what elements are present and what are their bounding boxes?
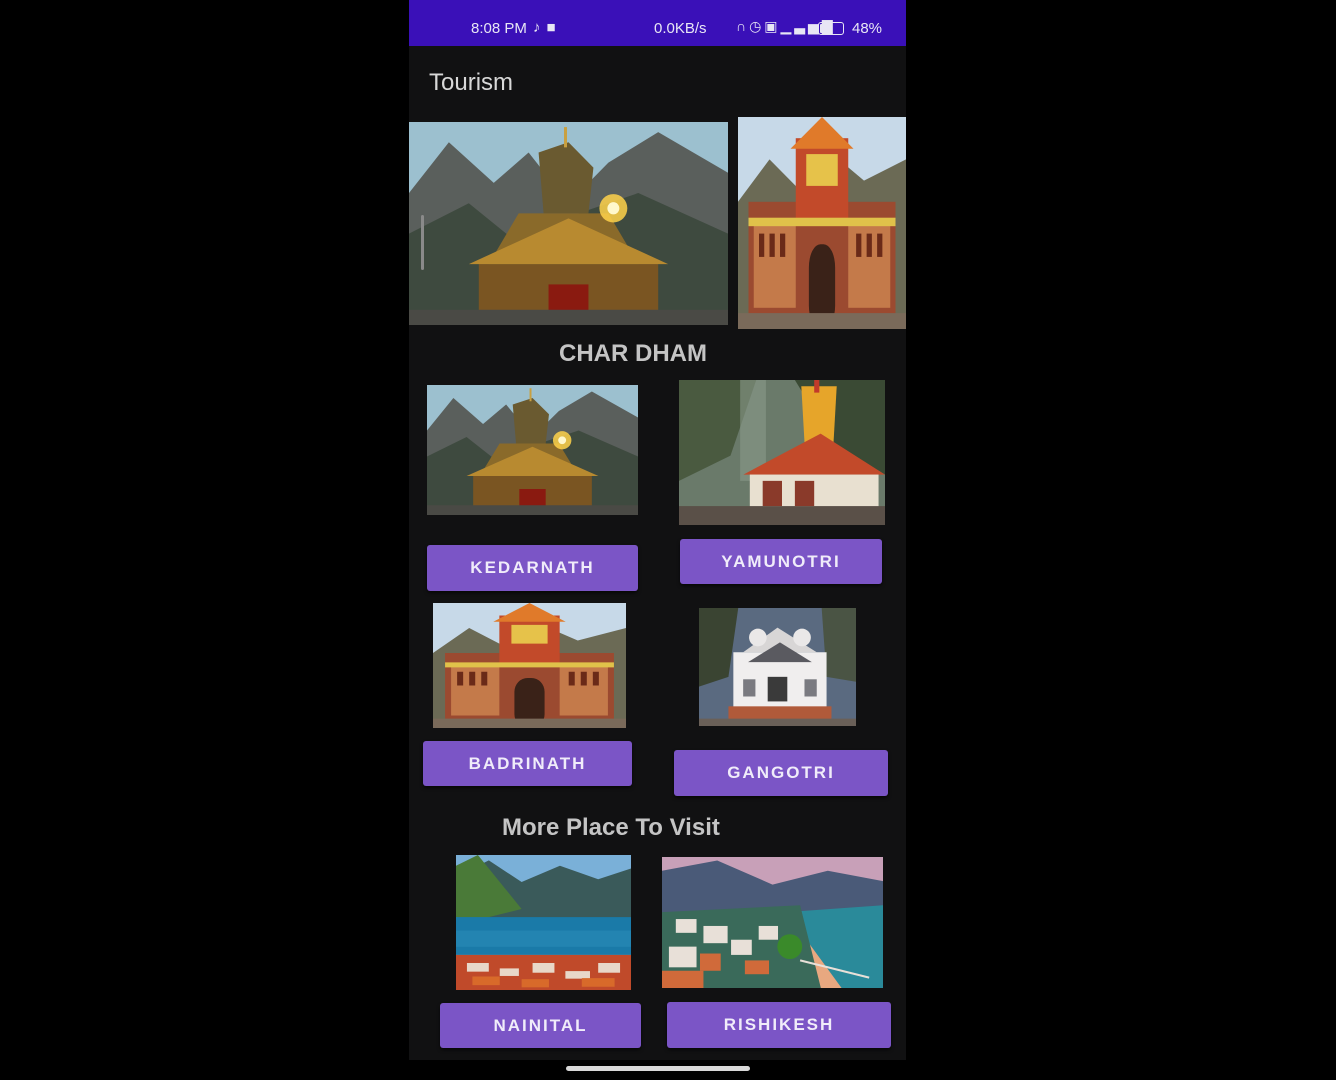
gangotri-button[interactable]: GANGOTRI [674, 750, 888, 796]
headphones-icon: ∩ [736, 18, 750, 34]
kedarnath-image[interactable] [427, 385, 638, 515]
phone-screen: 8:08 PM ♪■ 0.0KB/s ∩◷▣▁▃▅▇ 48% Tourism C… [409, 0, 906, 1060]
badrinath-image[interactable] [433, 603, 626, 728]
network-speed: 0.0KB/s [654, 20, 707, 37]
badrinath-button[interactable]: BADRINATH [423, 741, 632, 786]
carousel-scroll-indicator [421, 215, 424, 270]
alarm-icon: ◷ [749, 18, 765, 34]
rishikesh-image[interactable] [662, 857, 883, 988]
rishikesh-button[interactable]: RISHIKESH [667, 1002, 891, 1048]
nainital-image[interactable] [456, 855, 631, 990]
battery-level [820, 24, 831, 33]
gangotri-image[interactable] [699, 608, 856, 726]
carousel-image-badrinath[interactable] [738, 117, 906, 329]
status-time: 8:08 PM [471, 20, 527, 37]
more-places-title: More Place To Visit [502, 814, 720, 841]
char-dham-title: CHAR DHAM [559, 340, 707, 367]
carousel-image-kedarnath[interactable] [409, 122, 728, 325]
kedarnath-button[interactable]: KEDARNATH [427, 545, 638, 591]
battery-percent: 48% [852, 20, 883, 37]
yamunotri-button[interactable]: YAMUNOTRI [680, 539, 882, 584]
volte-icon: ▣ [764, 18, 781, 34]
yamunotri-image[interactable] [679, 380, 885, 525]
app-title: Tourism [429, 69, 514, 96]
tiktok-icon: ♪ [533, 19, 547, 36]
status-bar: 8:08 PM ♪■ 0.0KB/s ∩◷▣▁▃▅▇ 48% [409, 0, 906, 46]
nainital-button[interactable]: NAINITAL [440, 1003, 641, 1048]
battery-icon [818, 22, 844, 35]
gesture-home-bar[interactable] [566, 1066, 750, 1071]
video-camera-icon: ■ [546, 19, 562, 36]
